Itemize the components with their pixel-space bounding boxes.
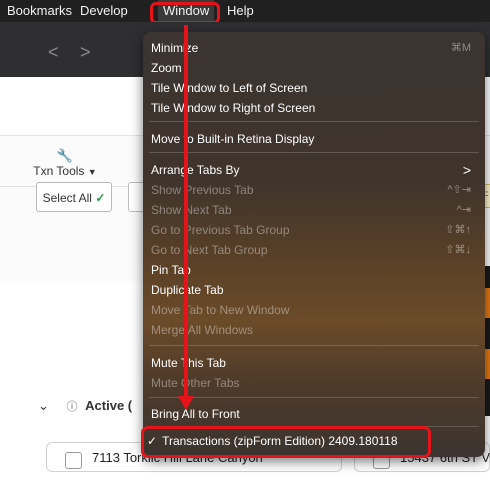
select-all-label: Select All: [42, 191, 92, 205]
forward-icon[interactable]: >: [80, 42, 91, 63]
window-menu-dropdown: Minimize ⌘M Zoom Tile Window to Left of …: [143, 32, 485, 457]
shortcut-show-previous-tab: ^⇧⇥: [447, 184, 471, 196]
menu-separator: [149, 345, 479, 346]
shortcut-minimize: ⌘M: [450, 42, 471, 54]
menu-item-zoom[interactable]: Zoom: [151, 58, 182, 78]
active-section-label: Active (: [85, 398, 133, 413]
shortcut-next-tab-group: ⇧⌘↓: [445, 244, 471, 256]
menu-develop[interactable]: Develop: [75, 0, 133, 22]
menu-item-move-to-display[interactable]: Move to Built-in Retina Display: [151, 129, 314, 149]
menu-item-mute-this-tab[interactable]: Mute This Tab: [151, 353, 226, 373]
caret-down-icon: ▼: [87, 167, 97, 177]
help-circle-icon[interactable]: ⓘ: [67, 401, 78, 413]
menu-item-bring-all-to-front[interactable]: Bring All to Front: [151, 404, 240, 424]
shortcut-show-next-tab: ^⇥: [456, 204, 471, 216]
check-icon: ✓: [95, 191, 106, 205]
menu-item-tile-right[interactable]: Tile Window to Right of Screen: [151, 98, 315, 118]
menu-item-minimize[interactable]: Minimize: [151, 38, 198, 58]
annotation-box-window-menu: [150, 2, 220, 24]
txn-tools-button[interactable]: 🔧 Txn Tools ▼: [15, 148, 115, 178]
menu-separator: [149, 121, 479, 122]
menu-item-show-previous-tab[interactable]: Show Previous Tab: [151, 180, 254, 200]
menu-separator: [149, 152, 479, 153]
menu-item-previous-tab-group[interactable]: Go to Previous Tab Group: [151, 220, 290, 240]
shortcut-previous-tab-group: ⇧⌘↑: [445, 224, 471, 236]
menu-item-merge-all-windows[interactable]: Merge All Windows: [151, 320, 253, 340]
annotation-arrow-head: [178, 396, 194, 410]
menu-item-mute-other-tabs[interactable]: Mute Other Tabs: [151, 373, 240, 393]
menu-help[interactable]: Help: [222, 0, 259, 22]
menu-bar: Bookmarks Develop Window Help: [0, 0, 490, 24]
active-section-header[interactable]: ⌄ ⓘ Active (: [38, 398, 132, 414]
menu-item-tile-left[interactable]: Tile Window to Left of Screen: [151, 78, 307, 98]
select-all-button[interactable]: Select All ✓: [36, 182, 112, 212]
chevron-right-icon: >: [462, 162, 471, 178]
menu-item-arrange-tabs-by[interactable]: Arrange Tabs By: [151, 160, 240, 180]
menu-item-show-next-tab[interactable]: Show Next Tab: [151, 200, 232, 220]
txn-tools-label: Txn Tools: [33, 164, 85, 178]
back-icon[interactable]: <: [48, 42, 59, 63]
wrench-icon: 🔧: [56, 148, 74, 163]
annotation-box-transactions: [141, 426, 431, 458]
menu-bookmarks[interactable]: Bookmarks: [2, 0, 77, 22]
chevron-down-icon[interactable]: ⌄: [38, 398, 49, 413]
menu-item-move-tab-new-window[interactable]: Move Tab to New Window: [151, 300, 290, 320]
checkbox[interactable]: [65, 452, 82, 469]
annotation-arrow-line: [184, 25, 188, 399]
menu-item-next-tab-group[interactable]: Go to Next Tab Group: [151, 240, 268, 260]
menu-separator: [149, 397, 479, 398]
